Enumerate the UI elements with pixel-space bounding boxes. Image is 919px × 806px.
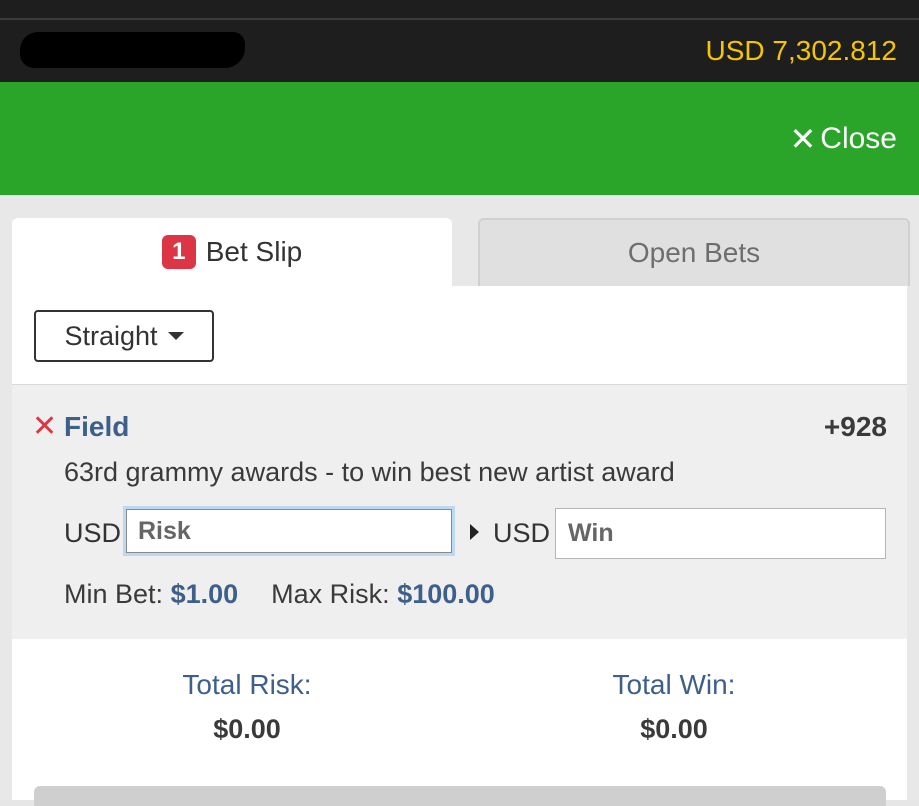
redacted-username bbox=[20, 32, 245, 68]
total-risk-label: Total Risk: bbox=[182, 669, 312, 700]
close-button[interactable]: ✕ Close bbox=[789, 120, 897, 158]
close-icon: ✕ bbox=[789, 121, 817, 157]
bet-type-selected: Straight bbox=[64, 320, 158, 351]
account-balance: USD 7,302.812 bbox=[705, 35, 897, 66]
win-input[interactable] bbox=[555, 508, 886, 559]
close-label: Close bbox=[820, 122, 897, 155]
tab-open-bets-label: Open Bets bbox=[627, 237, 761, 268]
bet-count-badge: 1 bbox=[161, 235, 196, 269]
risk-input[interactable] bbox=[123, 506, 455, 556]
win-currency-label: USD bbox=[493, 518, 551, 548]
selection-odds: +928 bbox=[823, 411, 887, 442]
selection-description: 63rd grammy awards - to win best new art… bbox=[64, 457, 675, 487]
total-win-value: $0.00 bbox=[640, 714, 708, 744]
total-win-label: Total Win: bbox=[612, 669, 736, 700]
remove-selection-icon[interactable]: ✕ bbox=[32, 410, 57, 444]
caret-down-icon bbox=[167, 332, 184, 340]
tab-open-bets[interactable]: Open Bets bbox=[478, 218, 910, 286]
tab-bet-slip[interactable]: 1 Bet Slip bbox=[12, 218, 452, 286]
max-risk-value: $100.00 bbox=[397, 579, 495, 609]
top-bar: USD 7,302.812 bbox=[0, 0, 919, 82]
tab-bet-slip-label: Bet Slip bbox=[205, 236, 303, 267]
bet-slip-header bbox=[0, 82, 919, 195]
bet-limits: Min Bet: $1.00 Max Risk: $100.00 bbox=[64, 577, 495, 611]
place-bet-button[interactable] bbox=[34, 786, 886, 806]
arrow-right-icon bbox=[470, 524, 479, 540]
min-bet-value: $1.00 bbox=[170, 579, 239, 609]
top-bar-divider bbox=[0, 18, 919, 20]
bet-type-dropdown[interactable]: Straight bbox=[34, 310, 214, 362]
max-risk-label: Max Risk: bbox=[271, 579, 390, 609]
selection-name: Field bbox=[64, 411, 130, 442]
total-risk-value: $0.00 bbox=[213, 714, 281, 744]
min-bet-label: Min Bet: bbox=[64, 579, 164, 609]
risk-currency-label: USD bbox=[64, 518, 122, 548]
